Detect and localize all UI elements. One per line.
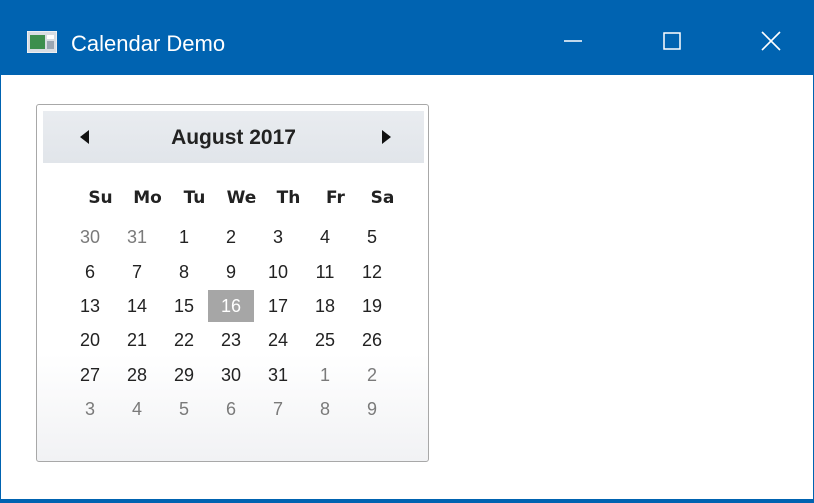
day-cell[interactable]: 7 <box>255 393 301 425</box>
day-cell[interactable]: 11 <box>302 256 348 288</box>
day-cell[interactable]: 12 <box>349 256 395 288</box>
day-cell[interactable]: 2 <box>208 221 254 253</box>
day-cell[interactable]: 9 <box>208 256 254 288</box>
next-month-button[interactable] <box>376 127 396 147</box>
selected-day-cell[interactable]: 16 <box>208 290 254 322</box>
day-cell[interactable]: 3 <box>255 221 301 253</box>
day-cell[interactable]: 13 <box>67 290 113 322</box>
app-icon <box>27 31 57 53</box>
day-cell[interactable]: 5 <box>349 221 395 253</box>
day-cell[interactable]: 17 <box>255 290 301 322</box>
weekday-label: Su <box>88 188 113 208</box>
weekday-label: Tu <box>183 188 206 208</box>
day-cell[interactable]: 2 <box>349 359 395 391</box>
day-cell[interactable]: 9 <box>349 393 395 425</box>
day-cell[interactable]: 10 <box>255 256 301 288</box>
day-cell[interactable]: 4 <box>114 393 160 425</box>
day-cell[interactable]: 26 <box>349 324 395 356</box>
day-cell[interactable]: 30 <box>208 359 254 391</box>
main-window: Calendar Demo August 2017 Su Mo Tu We Th… <box>0 0 814 503</box>
day-cell[interactable]: 1 <box>161 221 207 253</box>
day-cell[interactable]: 21 <box>114 324 160 356</box>
maximize-icon <box>663 32 681 50</box>
day-cell[interactable]: 7 <box>114 256 160 288</box>
day-cell[interactable]: 27 <box>67 359 113 391</box>
day-cell[interactable]: 8 <box>302 393 348 425</box>
day-cell[interactable]: 4 <box>302 221 348 253</box>
day-cell[interactable]: 1 <box>302 359 348 391</box>
weekday-label: We <box>226 188 257 208</box>
day-cell[interactable]: 31 <box>255 359 301 391</box>
day-cell[interactable]: 19 <box>349 290 395 322</box>
day-cell[interactable]: 24 <box>255 324 301 356</box>
minimize-icon <box>564 40 582 42</box>
day-cell[interactable]: 14 <box>114 290 160 322</box>
close-icon <box>761 31 781 51</box>
weekday-label: Th <box>276 188 301 208</box>
title-bar[interactable]: Calendar Demo <box>1 1 813 75</box>
day-cell[interactable]: 25 <box>302 324 348 356</box>
month-label[interactable]: August 2017 <box>43 125 424 151</box>
day-cell[interactable]: 23 <box>208 324 254 356</box>
day-cell[interactable]: 15 <box>161 290 207 322</box>
maximize-button[interactable] <box>620 1 720 75</box>
day-cell[interactable]: 31 <box>114 221 160 253</box>
day-cell[interactable]: 5 <box>161 393 207 425</box>
day-cell[interactable]: 18 <box>302 290 348 322</box>
day-cell[interactable]: 6 <box>67 256 113 288</box>
client-area: August 2017 Su Mo Tu We Th Fr Sa 30 31 1 2 3… <box>1 75 813 502</box>
minimize-button[interactable] <box>520 1 620 75</box>
day-cell[interactable]: 28 <box>114 359 160 391</box>
day-cell[interactable]: 30 <box>67 221 113 253</box>
calendar: August 2017 Su Mo Tu We Th Fr Sa 30 31 1 2 3… <box>36 104 429 462</box>
day-cell[interactable]: 3 <box>67 393 113 425</box>
day-cell[interactable]: 29 <box>161 359 207 391</box>
day-cell[interactable]: 20 <box>67 324 113 356</box>
weekday-label: Sa <box>370 188 395 208</box>
calendar-header: August 2017 <box>43 111 424 163</box>
window-title: Calendar Demo <box>71 31 226 56</box>
weekday-label: Fr <box>326 188 345 208</box>
weekday-header-row: Su Mo Tu We Th Fr Sa <box>77 188 407 214</box>
weekday-label: Mo <box>133 188 162 208</box>
close-button[interactable] <box>713 1 813 75</box>
window-bottom-border <box>1 499 813 502</box>
day-cell[interactable]: 6 <box>208 393 254 425</box>
day-cell[interactable]: 22 <box>161 324 207 356</box>
day-cell[interactable]: 8 <box>161 256 207 288</box>
right-triangle-icon <box>382 130 391 144</box>
